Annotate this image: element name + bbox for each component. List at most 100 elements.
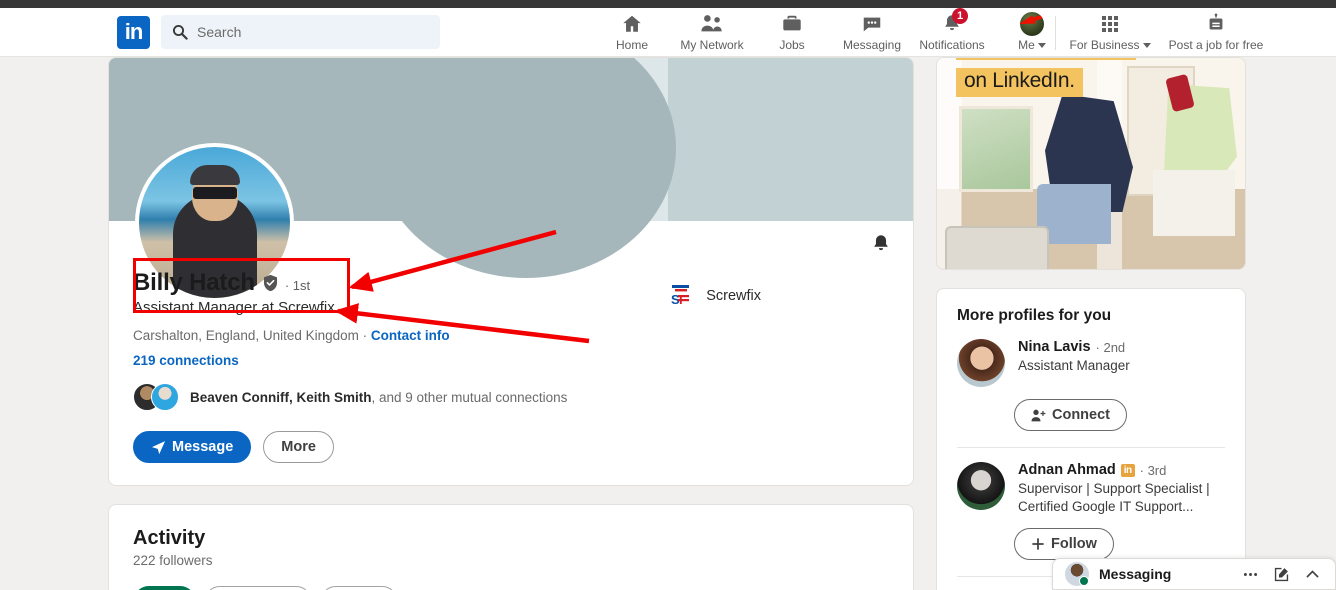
more-profiles-heading: More profiles for you [957, 307, 1112, 324]
messaging-bubble-icon [861, 13, 883, 35]
ad-band-top [956, 58, 1136, 60]
ad-window [959, 106, 1033, 192]
profile-identity: Billy Hatch · 1st Assistant Manager at S… [133, 221, 889, 463]
profile-actions: Message More [133, 431, 889, 463]
activity-card: Activity 222 followers [108, 504, 914, 590]
profile-body: S F Screwfix Billy Hatch [109, 143, 913, 485]
briefcase-icon [781, 13, 803, 35]
me-avatar [1020, 12, 1044, 36]
messaging-dock[interactable]: Messaging [1052, 558, 1336, 590]
profile-photo-sunglasses [192, 187, 237, 199]
business-nav-group: For Business Post a job for free [1066, 8, 1278, 57]
suggestion-name[interactable]: Nina Lavis [1018, 339, 1091, 355]
connect-button[interactable]: Connect [1014, 399, 1127, 431]
person-add-icon [1031, 409, 1046, 421]
activity-filter-pills [133, 586, 889, 590]
nav-item-home[interactable]: Home [592, 8, 672, 57]
more-button[interactable]: More [263, 431, 334, 463]
main-column: S F Screwfix Billy Hatch [108, 57, 914, 590]
activity-title: Activity [133, 527, 206, 549]
ellipsis-icon[interactable] [1239, 563, 1261, 585]
nav-item-post-job[interactable]: Post a job for free [1154, 8, 1278, 57]
chevron-down-icon [1037, 42, 1046, 48]
name-row: Billy Hatch · 1st [133, 269, 889, 297]
suggestion-top: Adnan Ahmad in · 3rd Supervisor | Suppor… [957, 462, 1225, 516]
linkedin-logo-icon[interactable]: in [117, 16, 150, 49]
ad-person-right-lower [1153, 170, 1235, 236]
activity-pill-selected[interactable] [133, 586, 196, 590]
search-placeholder: Search [197, 24, 242, 40]
suggestion-name-row: Nina Lavis · 2nd [1018, 339, 1225, 355]
nav-item-jobs[interactable]: Jobs [752, 8, 832, 57]
follow-button[interactable]: Follow [1014, 528, 1114, 561]
avatar[interactable] [1065, 562, 1089, 586]
mutual-rest: , and 9 other mutual connections [371, 389, 568, 405]
ad-text-band: on LinkedIn. [956, 68, 1083, 97]
connections-count[interactable]: 219 connections [133, 353, 889, 368]
activity-followers: 222 followers [133, 553, 213, 568]
nav-item-for-business[interactable]: For Business [1066, 8, 1154, 57]
browser-chrome-strip [0, 0, 1336, 8]
message-button-label: Message [172, 439, 234, 455]
more-button-label: More [281, 439, 316, 455]
chevron-down-icon [1142, 42, 1151, 48]
apps-grid-icon [1102, 13, 1118, 35]
suggestion-item-1[interactable]: Nina Lavis · 2nd Assistant Manager Conne… [937, 325, 1245, 447]
ad-band-text: on LinkedIn. [964, 69, 1075, 92]
nav-item-my-network[interactable]: My Network [672, 8, 752, 57]
nav-label-post-job: Post a job for free [1168, 38, 1264, 52]
search-input[interactable]: Search [161, 15, 440, 49]
nav-item-me[interactable]: Me [992, 8, 1072, 57]
mutual-connections-text: Beaven Conniff, Keith Smith, and 9 other… [190, 390, 567, 405]
post-job-icon [1205, 13, 1227, 35]
plus-icon [1032, 538, 1044, 551]
profile-photo-cap [189, 165, 240, 185]
avatar[interactable] [957, 462, 1005, 510]
home-icon [621, 13, 643, 35]
connect-button-label: Connect [1052, 407, 1110, 423]
for-business-text: For Business [1069, 38, 1140, 52]
mutual-names: Beaven Conniff, Keith Smith [190, 389, 372, 405]
suggestion-headline: Assistant Manager [1018, 358, 1130, 373]
avatar[interactable] [957, 339, 1005, 387]
profile-card: S F Screwfix Billy Hatch [108, 57, 914, 486]
global-navigation-bar: in Search Home My Network Jobs Messaging… [0, 8, 1336, 57]
mutual-connections[interactable]: Beaven Conniff, Keith Smith, and 9 other… [133, 383, 889, 411]
follow-button-label: Follow [1051, 536, 1097, 553]
linkedin-profile-page: in Search Home My Network Jobs Messaging… [0, 0, 1336, 590]
nav-label-me: Me [1018, 38, 1046, 52]
search-icon [172, 24, 188, 40]
more-profiles-card: More profiles for you Nina Lavis · 2nd A… [936, 288, 1246, 590]
suggestion-name[interactable]: Adnan Ahmad [1018, 462, 1116, 478]
send-plane-icon [151, 440, 166, 454]
suggestion-top: Nina Lavis · 2nd Assistant Manager [957, 339, 1225, 387]
notifications-badge: 1 [952, 8, 968, 24]
nav-label-home: Home [615, 38, 648, 52]
messaging-dock-title: Messaging [1099, 566, 1172, 582]
contact-info-link[interactable]: Contact info [371, 328, 450, 343]
advertisement-card[interactable]: on LinkedIn. [936, 57, 1246, 270]
profile-headline: Assistant Manager at Screwfix [133, 299, 335, 316]
me-text: Me [1018, 38, 1035, 52]
nav-item-notifications[interactable]: 1 Notifications [912, 8, 992, 57]
message-button[interactable]: Message [133, 431, 252, 463]
chevron-up-icon[interactable] [1301, 563, 1323, 585]
compose-icon[interactable] [1270, 563, 1292, 585]
profile-location: Carshalton, England, United Kingdom · Co… [133, 328, 889, 343]
verified-shield-icon[interactable] [262, 274, 279, 292]
my-network-icon [700, 13, 724, 35]
nav-items: Home My Network Jobs Messaging 1 Notific… [592, 8, 1072, 57]
activity-pill-3[interactable] [320, 586, 398, 590]
nav-item-messaging[interactable]: Messaging [832, 8, 912, 57]
suggestion-headline: Supervisor | Support Specialist | Certif… [1018, 481, 1210, 515]
activity-pill-2[interactable] [204, 586, 312, 590]
page-title: Billy Hatch [133, 269, 255, 296]
mutual-facepile [133, 383, 181, 411]
suggestion-name-row: Adnan Ahmad in · 3rd [1018, 462, 1225, 478]
suggestion-degree: · 2nd [1095, 339, 1126, 355]
nav-label-messaging: Messaging [842, 38, 902, 52]
nav-label-for-business: For Business [1069, 38, 1151, 52]
bell-icon: 1 [941, 8, 968, 35]
nav-label-notifications: Notifications [919, 38, 985, 52]
location-text: Carshalton, England, United Kingdom [133, 328, 359, 343]
